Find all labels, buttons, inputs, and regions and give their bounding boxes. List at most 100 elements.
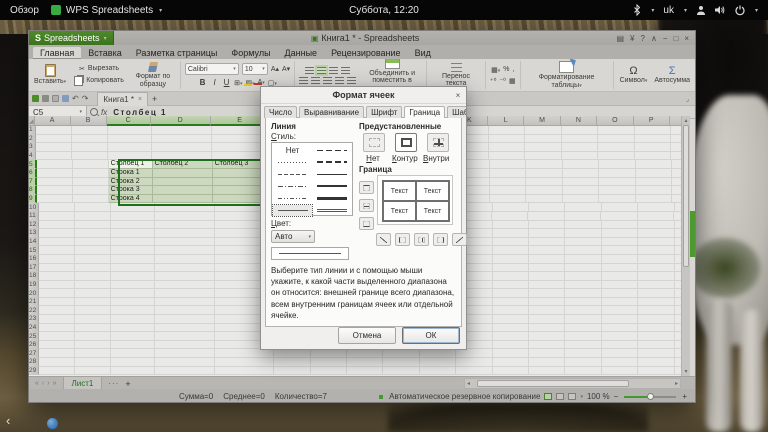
preset-inside-button[interactable] (427, 133, 449, 152)
grid-cell-L6[interactable] (490, 169, 526, 178)
grid-cell-P5[interactable] (636, 160, 672, 169)
grid-cell-B12[interactable] (75, 221, 111, 230)
search-icon[interactable] (90, 108, 98, 116)
grid-cell-N17[interactable] (565, 264, 601, 273)
grid-cell-C10[interactable] (111, 203, 155, 212)
grid-cell-D26[interactable] (155, 341, 215, 350)
grid-cell-O12[interactable] (602, 221, 638, 230)
grid-cell-M4[interactable] (525, 152, 561, 161)
ribbon-tab-Разметка страницы[interactable]: Разметка страницы (129, 47, 225, 59)
grid-cell-M21[interactable] (529, 298, 565, 307)
page-break-view-icon[interactable] (568, 393, 576, 400)
grid-cell-M28[interactable] (529, 358, 565, 367)
grid-cell-B1[interactable] (72, 126, 108, 135)
line-style-solidsm[interactable] (312, 169, 351, 180)
align-bottom-icon[interactable] (329, 67, 338, 74)
row-header-12[interactable]: 12 (29, 221, 39, 230)
grid-cell-A23[interactable] (39, 315, 75, 324)
grid-cell-N3[interactable] (562, 143, 598, 152)
grid-cell-P16[interactable] (638, 255, 674, 264)
grid-cell-C28[interactable] (111, 358, 155, 367)
grid-cell-P24[interactable] (638, 324, 674, 333)
line-style-thin[interactable] (273, 205, 312, 216)
orientation-icon[interactable] (341, 67, 350, 74)
print-icon[interactable] (42, 95, 49, 102)
grid-cell-C8[interactable]: Строка 3 (109, 186, 153, 195)
grid-cell-C5[interactable]: Столбец 1 (109, 160, 153, 169)
grid-cell-H28[interactable] (347, 358, 383, 367)
grid-cell-N9[interactable] (563, 195, 599, 204)
grid-cell-P21[interactable] (638, 298, 674, 307)
grid-cell-E27[interactable] (215, 349, 274, 358)
grid-cell-O2[interactable] (598, 135, 634, 144)
grid-cell-P27[interactable] (638, 349, 674, 358)
grid-cell-N7[interactable] (563, 178, 599, 187)
grid-cell-O24[interactable] (602, 324, 638, 333)
grid-cell-L17[interactable] (493, 264, 529, 273)
grid-cell-M18[interactable] (529, 272, 565, 281)
grid-cell-L1[interactable] (489, 126, 525, 135)
row-header-8[interactable]: 8 (29, 186, 37, 195)
grid-cell-M6[interactable] (526, 169, 562, 178)
grid-cell-M9[interactable] (526, 195, 562, 204)
grid-cell-B23[interactable] (75, 315, 111, 324)
grid-cell-B26[interactable] (75, 341, 111, 350)
italic-button[interactable]: I (210, 78, 219, 87)
border-diagonal-up-button[interactable] (376, 233, 391, 246)
grid-cell-N12[interactable] (565, 221, 601, 230)
grid-cell-N5[interactable] (563, 160, 599, 169)
grid-cell-A11[interactable] (39, 212, 75, 221)
grid-cell-L23[interactable] (493, 315, 529, 324)
grid-cell-L16[interactable] (493, 255, 529, 264)
grid-cell-M23[interactable] (529, 315, 565, 324)
group-dialog-launcher-icon[interactable]: ⌟ (686, 95, 689, 103)
dialog-close-button[interactable]: × (450, 91, 466, 100)
collapse-ribbon-icon[interactable]: ∧ (651, 34, 657, 43)
grid-cell-B13[interactable] (75, 229, 111, 238)
grid-cell-L19[interactable] (493, 281, 529, 290)
grid-cell-A4[interactable] (36, 152, 72, 161)
help-icon[interactable]: ? (641, 34, 645, 43)
align-middle-icon[interactable] (317, 67, 326, 74)
grid-cell-B7[interactable] (73, 178, 109, 187)
grid-cell-D7[interactable] (153, 178, 213, 187)
scroll-down-icon[interactable]: ▾ (682, 368, 690, 375)
line-style-none[interactable]: Нет (273, 145, 312, 156)
grid-cell-C20[interactable] (111, 289, 155, 298)
format-painter-button[interactable]: Формат по образцу (130, 62, 176, 88)
volume-icon[interactable] (715, 5, 726, 15)
format-as-table-button[interactable]: Форматирование таблицы▾ (525, 61, 609, 89)
close-button[interactable]: × (684, 34, 689, 43)
grid-cell-C27[interactable] (111, 349, 155, 358)
grid-cell-D29[interactable] (155, 367, 215, 376)
grid-cell-B5[interactable] (73, 160, 109, 169)
grid-cell-A24[interactable] (39, 324, 75, 333)
grid-cell-K29[interactable] (456, 367, 492, 376)
grid-cell-C29[interactable] (111, 367, 155, 376)
grid-cell-O17[interactable] (602, 264, 638, 273)
grid-cell-O13[interactable] (602, 229, 638, 238)
align-center-icon[interactable] (311, 77, 320, 84)
scroll-up-icon[interactable]: ▴ (682, 117, 690, 124)
grid-cell-C19[interactable] (111, 281, 155, 290)
row-header-15[interactable]: 15 (29, 246, 39, 255)
keyboard-layout-indicator[interactable]: uk (663, 5, 674, 16)
borders-button[interactable]: ⊞▾ (234, 79, 242, 87)
grid-cell-A18[interactable] (39, 272, 75, 281)
grid-cell-D11[interactable] (155, 212, 215, 221)
grid-cell-M19[interactable] (529, 281, 565, 290)
grid-cell-O15[interactable] (602, 246, 638, 255)
window-titlebar[interactable]: S Spreadsheets ▾ ▣Книга1 * - Spreadsheet… (29, 31, 695, 45)
focused-app-menu[interactable]: WPS Spreadsheets ▾ (51, 5, 162, 16)
border-horizontal-middle-button[interactable] (359, 199, 374, 212)
add-sheet-button[interactable]: + (125, 379, 130, 389)
grid-cell-N10[interactable] (565, 203, 601, 212)
grid-cell-A5[interactable] (37, 160, 73, 169)
dock-hide-chevron-icon[interactable]: ‹ (6, 413, 10, 428)
dialog-tab-Выравнивание[interactable]: Выравнивание (299, 106, 364, 118)
grid-cell-C23[interactable] (111, 315, 155, 324)
row-header-16[interactable]: 16 (29, 255, 39, 264)
grid-cell-O9[interactable] (599, 195, 635, 204)
grid-cell-L2[interactable] (489, 135, 525, 144)
column-header-C[interactable]: C (107, 116, 151, 126)
